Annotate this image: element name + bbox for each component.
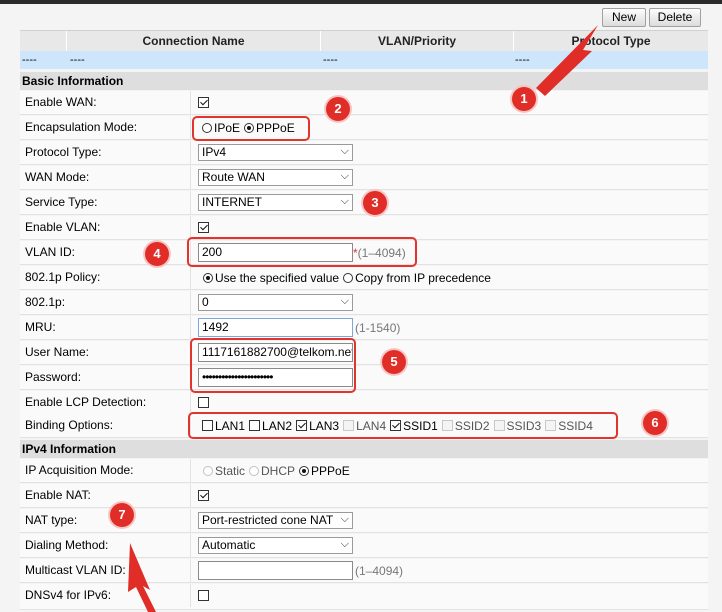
callout-badge-5: 5 [382, 350, 406, 374]
callout-badge-4: 4 [145, 242, 169, 266]
callout-badge-1: 1 [512, 87, 536, 111]
callout-badge-2: 2 [326, 97, 350, 121]
callout-badge-6: 6 [643, 411, 667, 435]
arrow-to-nat-type [128, 543, 156, 612]
callout-badge-3: 3 [363, 191, 387, 215]
annotation-arrows [128, 25, 598, 612]
callout-badge-7: 7 [110, 503, 134, 527]
arrow-to-new-button [536, 25, 598, 96]
